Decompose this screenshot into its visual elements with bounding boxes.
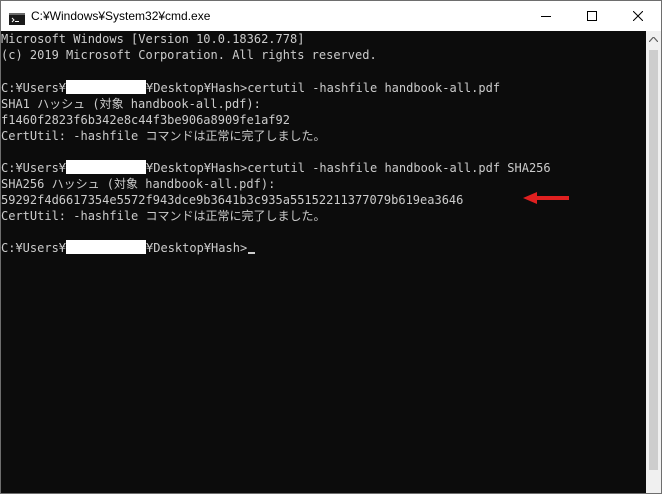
prompt-suffix: ¥Desktop¥Hash> <box>146 241 248 255</box>
console-line: f1460f2823f6b342e8c44f3be906a8909fe1af92 <box>1 113 290 127</box>
console-line: Microsoft Windows [Version 10.0.18362.77… <box>1 32 305 46</box>
scroll-thumb[interactable] <box>649 50 658 470</box>
console-output[interactable]: Microsoft Windows [Version 10.0.18362.77… <box>1 31 646 493</box>
scroll-up-button[interactable] <box>646 31 661 48</box>
window-title: C:¥Windows¥System32¥cmd.exe <box>31 9 211 23</box>
chevron-up-icon <box>649 37 658 42</box>
title-bar[interactable]: C:¥Windows¥System32¥cmd.exe <box>1 1 661 31</box>
console-line: CertUtil: -hashfile コマンドは正常に完了しました。 <box>1 209 326 223</box>
prompt-suffix: ¥Desktop¥Hash> <box>146 161 248 175</box>
close-button[interactable] <box>615 1 661 31</box>
close-icon <box>633 11 643 21</box>
console-line: SHA1 ハッシュ (対象 handbook-all.pdf): <box>1 97 261 111</box>
prompt-prefix: C:¥Users¥ <box>1 81 67 95</box>
console-line: CertUtil: -hashfile コマンドは正常に完了しました。 <box>1 129 326 143</box>
minimize-button[interactable] <box>523 1 569 31</box>
prompt-line-3: C:¥Users¥ ¥Desktop¥Hash> <box>1 240 256 256</box>
console-line: SHA256 ハッシュ (対象 handbook-all.pdf): <box>1 177 276 191</box>
minimize-icon <box>541 16 551 17</box>
command-text: certutil -hashfile handbook-all.pdf <box>247 81 501 95</box>
cmd-window: C:¥Windows¥System32¥cmd.exe Microsoft Wi… <box>0 0 662 494</box>
prompt-line-1: C:¥Users¥ ¥Desktop¥Hash>certutil -hashfil… <box>1 80 500 96</box>
text-cursor <box>248 252 256 254</box>
prompt-prefix: C:¥Users¥ <box>1 241 67 255</box>
console-line: (c) 2019 Microsoft Corporation. All righ… <box>1 48 377 62</box>
maximize-icon <box>587 11 597 21</box>
maximize-button[interactable] <box>569 1 615 31</box>
redacted-username <box>66 160 147 174</box>
redacted-username <box>66 80 147 94</box>
sha256-hash-line: 59292f4d6617354e5572f943dce9b3641b3c935a… <box>1 193 464 207</box>
command-text: certutil -hashfile handbook-all.pdf SHA2… <box>247 161 551 175</box>
prompt-suffix: ¥Desktop¥Hash> <box>146 81 248 95</box>
prompt-line-2: C:¥Users¥ ¥Desktop¥Hash>certutil -hashfil… <box>1 160 551 176</box>
vertical-scrollbar[interactable] <box>646 31 661 493</box>
redacted-username <box>66 240 147 254</box>
red-arrow-left-icon <box>523 192 569 204</box>
cmd-icon <box>9 10 25 25</box>
prompt-prefix: C:¥Users¥ <box>1 161 67 175</box>
